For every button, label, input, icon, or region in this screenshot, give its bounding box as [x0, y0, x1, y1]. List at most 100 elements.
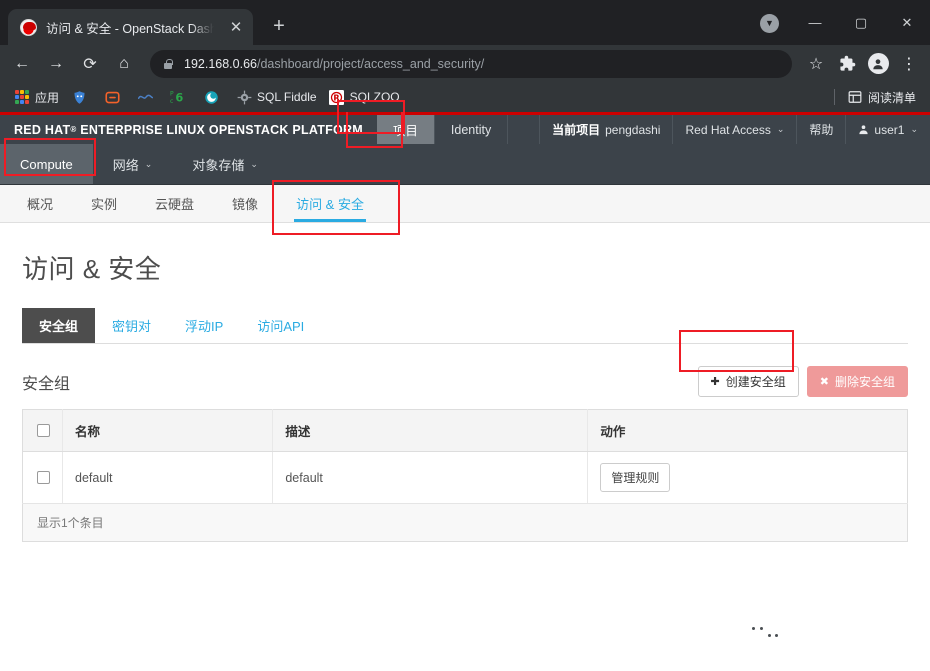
bookmark-blue-shield[interactable]: [65, 85, 98, 109]
subtab-floating-ips[interactable]: 浮动IP: [168, 308, 240, 343]
tab-overview[interactable]: 概况: [8, 185, 72, 222]
reading-list-icon: [847, 89, 863, 105]
maximize-button[interactable]: ▢: [838, 0, 884, 45]
browser-tab[interactable]: 访问 & 安全 - OpenStack Dashboard ✕: [8, 9, 253, 45]
help-link[interactable]: 帮助: [796, 115, 845, 144]
sub-nav-network[interactable]: 网络 ⌄: [93, 144, 173, 184]
bookmark-teal-circle[interactable]: [197, 85, 230, 109]
panel-actions: ✚ 创建安全组 ✖ 删除安全组: [697, 366, 908, 397]
red-hat-access-label: Red Hat Access: [685, 122, 771, 137]
bookmark-orange-bracket[interactable]: [98, 85, 131, 109]
reload-icon[interactable]: ⟳: [76, 50, 104, 78]
cell-description: default: [272, 451, 589, 504]
puzzle-icon[interactable]: [834, 51, 860, 77]
openstack-header: RED HAT ® ENTERPRISE LINUX OPENSTACK PLAT…: [0, 112, 930, 144]
tab-access-and-security[interactable]: 访问 & 安全: [277, 185, 383, 222]
table-footer: 显示1个条目: [22, 504, 908, 542]
home-icon[interactable]: ⌂: [110, 50, 138, 78]
lock-icon: [162, 58, 174, 70]
table-row: default default 管理规则: [22, 451, 908, 504]
sub-nav-compute[interactable]: Compute: [0, 144, 93, 184]
panel-title: 安全组: [22, 375, 71, 393]
brand-rest: ENTERPRISE LINUX OPENSTACK PLATFORM: [80, 122, 363, 137]
new-tab-button[interactable]: +: [265, 13, 293, 41]
delete-security-group-button[interactable]: ✖ 删除安全组: [806, 366, 908, 397]
delete-security-group-label: 删除安全组: [834, 375, 895, 389]
user-name: user1: [874, 122, 905, 137]
bookmark-pc6[interactable]: Pc6: [164, 85, 197, 109]
reading-list-label: 阅读清单: [867, 90, 916, 105]
divider: [833, 89, 835, 105]
red-hat-access-menu[interactable]: Red Hat Access ⌄: [672, 115, 796, 144]
browser-menu-icon[interactable]: ⋮: [896, 51, 922, 77]
apps-grid-icon: [14, 89, 30, 105]
subtab-api-access[interactable]: 访问API: [240, 308, 321, 343]
openstack-sub-nav: Compute 网络 ⌄ 对象存储 ⌄: [0, 144, 930, 185]
cell-name: default: [62, 451, 274, 504]
svg-text:R: R: [333, 92, 340, 102]
browser-window: 访问 & 安全 - OpenStack Dashboard ✕ + ▼ — ▢ …: [0, 0, 930, 671]
bookmark-sql-fiddle[interactable]: SQL Fiddle: [230, 85, 323, 109]
current-project-value: pengdashi: [605, 122, 661, 137]
profile-avatar-icon[interactable]: [865, 51, 891, 77]
brand-trademark: ®: [70, 125, 77, 134]
teal-circle-icon: [203, 89, 219, 105]
security-groups-table: 名称 描述 动作 default default 管理规则: [22, 409, 908, 504]
table-body: default default 管理规则: [22, 451, 908, 504]
minimize-button[interactable]: —: [792, 0, 838, 45]
bookmarks-bar-right: 阅读清单: [828, 85, 922, 109]
panel-header: 安全组 ✚ 创建安全组 ✖ 删除安全组: [22, 366, 908, 409]
redhat-brand: RED HAT ® ENTERPRISE LINUX OPENSTACK PLAT…: [0, 115, 377, 144]
row-checkbox[interactable]: [37, 471, 50, 484]
tab-volumes[interactable]: 云硬盘: [136, 185, 213, 222]
security-groups-panel: 安全组 ✚ 创建安全组 ✖ 删除安全组 名称 描述 动作 default def…: [22, 366, 908, 542]
gray-gear-icon: [236, 89, 252, 105]
cell-actions: 管理规则: [587, 451, 908, 504]
create-security-group-button[interactable]: ✚ 创建安全组: [697, 366, 799, 397]
user-menu[interactable]: user1 ⌄: [845, 115, 930, 144]
svg-text:c: c: [170, 98, 173, 105]
column-header-name: 名称: [62, 409, 274, 452]
top-nav-projects[interactable]: 项目: [376, 115, 435, 144]
current-project[interactable]: 当前项目 pengdashi: [539, 115, 672, 144]
bookmark-star-icon[interactable]: ☆: [803, 51, 829, 77]
table-header: 名称 描述 动作: [22, 409, 908, 452]
bookmark-sqlzoo[interactable]: R SQLZOO: [323, 85, 406, 109]
orange-bracket-icon: [104, 89, 120, 105]
sub-nav-network-label: 网络: [112, 157, 139, 173]
select-all-checkbox[interactable]: [37, 424, 50, 437]
svg-text:P: P: [170, 91, 174, 98]
subtab-security-groups[interactable]: 安全组: [22, 308, 96, 343]
plus-icon: ✚: [710, 376, 720, 388]
address-bar[interactable]: 192.168.0.66/dashboard/project/access_an…: [150, 49, 792, 78]
bookmark-label: 应用: [35, 90, 60, 105]
window-close-button[interactable]: ✕: [884, 0, 930, 45]
top-nav-identity[interactable]: Identity: [435, 115, 509, 144]
reading-list-button[interactable]: 阅读清单: [841, 85, 922, 109]
browser-toolbar: ← → ⟳ ⌂ 192.168.0.66/dashboard/project/a…: [0, 45, 930, 82]
brand-redhat: RED HAT: [14, 122, 71, 137]
sqlzoo-icon: R: [329, 89, 345, 105]
chevron-down-icon: ⌄: [776, 124, 785, 134]
url-path: /dashboard/project/access_and_security/: [257, 56, 485, 71]
tab-images[interactable]: 镜像: [213, 185, 277, 222]
tab-instances[interactable]: 实例: [72, 185, 136, 222]
person-icon: [859, 125, 869, 135]
close-icon[interactable]: ✕: [227, 20, 245, 35]
sub-nav-object-storage[interactable]: 对象存储 ⌄: [172, 144, 278, 184]
chevron-down-icon[interactable]: ▼: [760, 14, 779, 33]
manage-rules-button[interactable]: 管理规则: [600, 463, 671, 492]
row-select-cell: [22, 451, 63, 504]
redhat-favicon-icon: [20, 18, 37, 36]
bookmark-apps[interactable]: 应用: [8, 85, 65, 109]
column-header-description: 描述: [272, 409, 589, 452]
page-title: 访问 & 安全: [22, 254, 162, 284]
chevron-down-icon: ⌄: [250, 158, 258, 169]
window-controls: — ▢ ✕: [792, 0, 930, 45]
bookmark-label: SQL Fiddle: [257, 90, 317, 104]
bookmark-label: SQLZOO: [349, 90, 400, 104]
back-icon[interactable]: ←: [8, 50, 36, 78]
subtab-key-pairs[interactable]: 密钥对: [95, 308, 168, 343]
forward-icon[interactable]: →: [42, 50, 70, 78]
bookmark-blue-wave[interactable]: [131, 85, 164, 109]
